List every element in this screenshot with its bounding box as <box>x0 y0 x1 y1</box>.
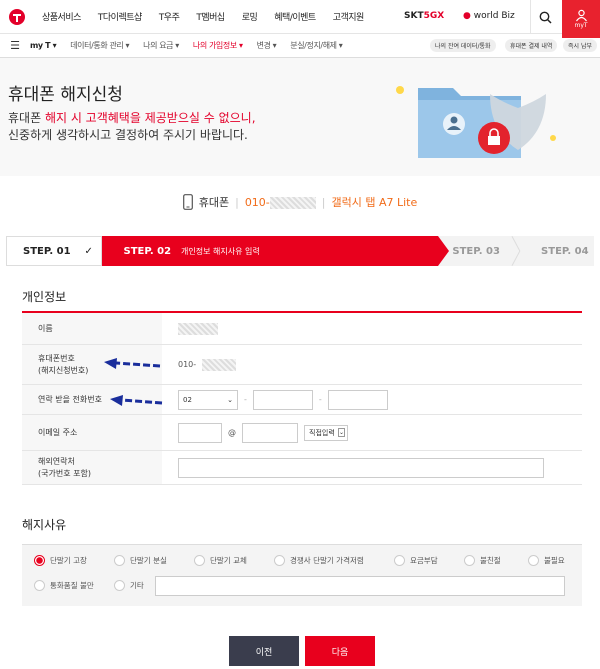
email-at: @ <box>228 428 236 437</box>
myt-button[interactable]: myT <box>562 0 600 38</box>
quick-pay-now[interactable]: 즉시 납부 <box>563 39 597 52</box>
annotation-arrow-icon <box>110 395 163 406</box>
row-overseas: 해외연락처 (국가번호 포함) <box>22 451 582 485</box>
search-icon[interactable] <box>530 0 560 34</box>
reason-option-competitor-price[interactable]: 경쟁사 단말기 가격저렴 <box>274 555 364 566</box>
hamburger-icon[interactable]: ☰ <box>0 39 30 52</box>
user-icon <box>575 9 587 22</box>
subnav-myt[interactable]: my T ▾ <box>30 41 57 50</box>
mobile-phone-icon <box>182 194 193 210</box>
subnav-my-subscription[interactable]: 나의 가입정보 ▾ <box>193 40 243 51</box>
worldbiz-link[interactable]: ● world Biz <box>463 11 515 21</box>
phone-value: 010- <box>178 360 197 369</box>
reason-option-call-quality[interactable]: 통화품질 불만 <box>34 580 94 591</box>
next-button[interactable]: 다음 <box>305 636 375 666</box>
step-4: STEP. 04 <box>521 236 595 266</box>
overseas-label: 해외연락처 (국가번호 포함) <box>22 451 162 484</box>
folder-lock-illustration <box>396 86 556 158</box>
reason-option-broken[interactable]: 단말기 고장 <box>34 555 87 566</box>
prev-button[interactable]: 이전 <box>229 636 299 666</box>
gnb-products[interactable]: 상품서비스 <box>42 10 81 23</box>
step-indicator: STEP. 01 ✓ STEP. 02 개인정보 해지사유 입력 STEP. 03 … <box>6 236 595 266</box>
name-value-blurred <box>178 322 218 335</box>
contact-last-input[interactable] <box>327 389 388 410</box>
quick-remaining-data[interactable]: 나의 잔여 데이터/통화 <box>430 39 496 52</box>
device-number: 010- <box>245 196 316 209</box>
overseas-contact-input[interactable] <box>178 457 544 478</box>
chevron-down-icon: ⌄ <box>227 395 233 404</box>
area-code-select[interactable]: 02 ⌄ <box>178 389 238 410</box>
gnb-events[interactable]: 혜택/이벤트 <box>274 10 316 23</box>
reason-option-fee-burden[interactable]: 요금부담 <box>394 555 438 566</box>
top-nav: 상품서비스 T다이렉트샵 T우주 T멤버십 로밍 혜택/이벤트 고객지원 SKT… <box>0 0 600 38</box>
subnav-change[interactable]: 변경 ▾ <box>257 40 277 51</box>
contact-middle-input[interactable] <box>252 389 313 410</box>
other-reason-input[interactable] <box>155 576 565 596</box>
reason-option-unkind[interactable]: 불친절 <box>464 555 501 566</box>
chevron-down-icon: ⌄ <box>337 428 345 437</box>
device-info: 휴대폰 | 010- | 갤럭시 탭 A7 Lite <box>0 194 600 210</box>
subnav-my-fee[interactable]: 나의 요금 ▾ <box>143 40 179 51</box>
gnb-tuniverse[interactable]: T우주 <box>159 10 180 23</box>
reason-option-other[interactable]: 기타 <box>114 580 144 591</box>
device-type: 휴대폰 <box>198 196 230 209</box>
email-domain-input[interactable] <box>242 422 298 443</box>
row-name: 이름 <box>22 313 582 345</box>
row-email: 이메일 주소 @ 직접입력 ⌄ <box>22 415 582 451</box>
email-id-input[interactable] <box>178 422 222 443</box>
quick-payment-history[interactable]: 휴대폰 결제 내역 <box>505 39 558 52</box>
reason-options: 단말기 고장 단말기 분실 단말기 교체 경쟁사 단말기 가격저렴 요금부담 불… <box>22 544 582 606</box>
personal-info-title: 개인정보 <box>22 290 67 304</box>
hero-section: 휴대폰 해지신청 휴대폰 해지 시 고객혜택을 제공받으실 수 없으니, 신중하… <box>0 58 600 176</box>
gnb-membership[interactable]: T멤버십 <box>196 10 225 23</box>
subnav-lost-suspend[interactable]: 분실/정지/해제 ▾ <box>290 40 343 51</box>
page-title: 휴대폰 해지신청 <box>8 85 123 105</box>
row-contact: 연락 받을 전화번호 02 ⌄ - - <box>22 385 582 415</box>
device-model: 갤럭시 탭 A7 Lite <box>331 196 418 209</box>
subnav-data-call[interactable]: 데이터/통화 관리 ▾ <box>70 40 129 51</box>
reason-option-lost[interactable]: 단말기 분실 <box>114 555 167 566</box>
t-logo-icon[interactable] <box>0 0 34 34</box>
skt-5gx-logo[interactable]: SKT5GX <box>404 11 444 21</box>
step-separator-icon <box>511 236 522 266</box>
name-label: 이름 <box>22 313 162 344</box>
email-label: 이메일 주소 <box>22 415 162 450</box>
email-domain-select[interactable]: 직접입력 ⌄ <box>304 424 348 441</box>
sub-nav: ☰ my T ▾ 데이터/통화 관리 ▾ 나의 요금 ▾ 나의 가입정보 ▾ 변… <box>0 34 600 58</box>
annotation-arrow-icon <box>104 358 161 369</box>
reason-option-replace[interactable]: 단말기 교체 <box>194 555 247 566</box>
hero-description: 휴대폰 해지 시 고객혜택을 제공받으실 수 없으니, 신중하게 생각하시고 결… <box>8 111 256 142</box>
step-1: STEP. 01 ✓ <box>6 236 102 266</box>
reason-option-unnecessary[interactable]: 불필요 <box>528 555 565 566</box>
reason-title: 해지사유 <box>22 518 67 532</box>
step-2: STEP. 02 개인정보 해지사유 입력 <box>101 236 450 266</box>
gnb-roaming[interactable]: 로밍 <box>242 10 258 23</box>
checkmark-icon: ✓ <box>84 245 93 257</box>
gnb-support[interactable]: 고객지원 <box>333 10 365 23</box>
gnb-tdirect[interactable]: T다이렉트샵 <box>98 10 142 23</box>
